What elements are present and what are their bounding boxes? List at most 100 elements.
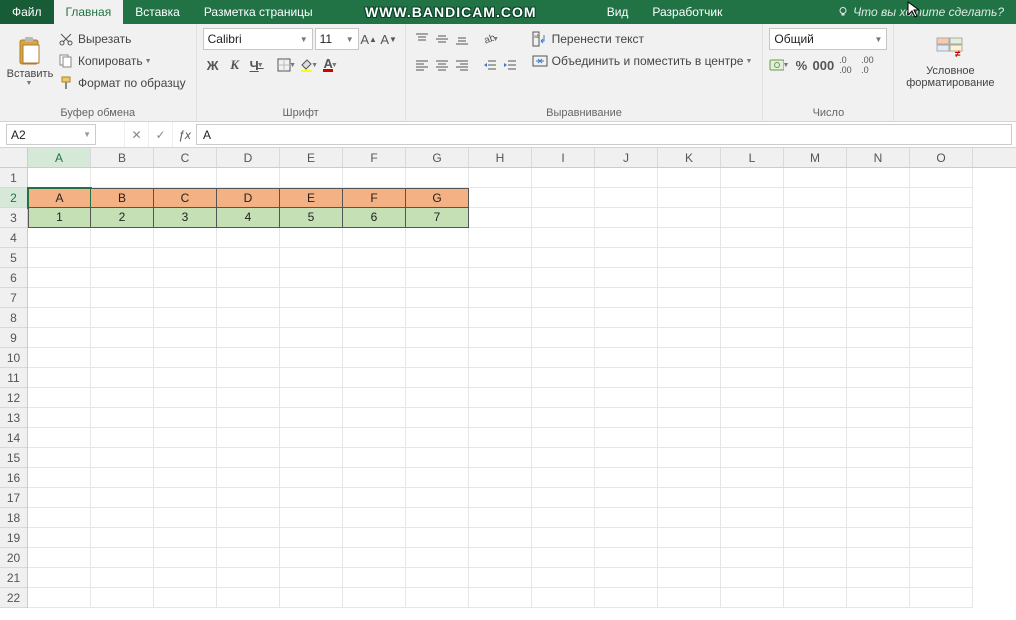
cell[interactable] — [910, 188, 973, 208]
cell[interactable] — [406, 588, 469, 608]
cell[interactable] — [343, 508, 406, 528]
cell[interactable] — [343, 308, 406, 328]
cell[interactable] — [532, 408, 595, 428]
tab-page-layout[interactable]: Разметка страницы — [192, 0, 325, 24]
decrease-decimal-button[interactable]: .00.0 — [857, 54, 877, 76]
row-header[interactable]: 2 — [0, 188, 27, 208]
currency-button[interactable]: ▼ — [769, 54, 789, 76]
cell[interactable] — [532, 588, 595, 608]
cell[interactable] — [784, 188, 847, 208]
cell[interactable] — [910, 208, 973, 228]
cell[interactable] — [406, 548, 469, 568]
cell[interactable]: G — [406, 188, 469, 208]
cell[interactable] — [721, 168, 784, 188]
cell[interactable] — [217, 548, 280, 568]
cell[interactable] — [28, 228, 91, 248]
wrap-text-button[interactable]: ab Перенести текст — [528, 28, 757, 50]
name-box[interactable]: A2▼ — [6, 124, 96, 145]
cell[interactable] — [847, 588, 910, 608]
cell[interactable] — [217, 388, 280, 408]
cell[interactable] — [847, 428, 910, 448]
cell[interactable] — [280, 328, 343, 348]
cell[interactable] — [784, 448, 847, 468]
select-all-corner[interactable] — [0, 148, 28, 168]
cell[interactable] — [595, 448, 658, 468]
cell[interactable] — [532, 428, 595, 448]
cell[interactable] — [91, 528, 154, 548]
column-header[interactable]: C — [154, 148, 217, 167]
cell[interactable] — [91, 348, 154, 368]
cell[interactable] — [532, 468, 595, 488]
cell[interactable] — [280, 348, 343, 368]
copy-button[interactable]: Копировать ▼ — [54, 50, 190, 72]
cell[interactable] — [343, 568, 406, 588]
cell[interactable] — [721, 388, 784, 408]
cell[interactable] — [154, 168, 217, 188]
cell[interactable]: 4 — [217, 208, 280, 228]
row-header[interactable]: 3 — [0, 208, 27, 228]
cell[interactable] — [469, 588, 532, 608]
cell[interactable] — [217, 588, 280, 608]
cell[interactable] — [910, 488, 973, 508]
cell[interactable] — [469, 168, 532, 188]
tab-view[interactable]: Вид — [595, 0, 641, 24]
tab-file[interactable]: Файл — [0, 0, 54, 24]
cell[interactable] — [217, 428, 280, 448]
cell[interactable] — [91, 488, 154, 508]
cell[interactable]: 3 — [154, 208, 217, 228]
cell[interactable] — [595, 468, 658, 488]
cell[interactable] — [280, 408, 343, 428]
cell[interactable] — [658, 248, 721, 268]
cell[interactable] — [532, 328, 595, 348]
cell[interactable] — [532, 208, 595, 228]
align-left-button[interactable] — [412, 54, 432, 76]
cell[interactable] — [406, 448, 469, 468]
cell[interactable] — [595, 568, 658, 588]
cell[interactable] — [847, 168, 910, 188]
cell[interactable] — [721, 488, 784, 508]
cell[interactable] — [847, 228, 910, 248]
cell[interactable] — [217, 308, 280, 328]
cell[interactable] — [658, 268, 721, 288]
cell[interactable] — [910, 388, 973, 408]
align-top-button[interactable] — [412, 28, 432, 50]
cell[interactable] — [469, 268, 532, 288]
decrease-indent-button[interactable] — [480, 54, 500, 76]
cell[interactable]: 1 — [28, 208, 91, 228]
cell[interactable] — [847, 248, 910, 268]
cell[interactable] — [406, 288, 469, 308]
cell[interactable] — [91, 508, 154, 528]
cell[interactable] — [406, 168, 469, 188]
align-bottom-button[interactable] — [452, 28, 472, 50]
column-header[interactable]: M — [784, 148, 847, 167]
cell[interactable] — [847, 568, 910, 588]
row-header[interactable]: 12 — [0, 388, 27, 408]
cell[interactable] — [343, 588, 406, 608]
cell[interactable] — [532, 528, 595, 548]
cell[interactable] — [469, 468, 532, 488]
cell[interactable] — [595, 228, 658, 248]
cell[interactable] — [532, 548, 595, 568]
cell[interactable] — [721, 348, 784, 368]
cell[interactable] — [469, 568, 532, 588]
cell[interactable] — [154, 428, 217, 448]
cell[interactable] — [658, 348, 721, 368]
cell[interactable] — [595, 548, 658, 568]
cell[interactable] — [469, 388, 532, 408]
percent-button[interactable]: % — [791, 54, 811, 76]
cell[interactable] — [532, 508, 595, 528]
cell[interactable] — [280, 508, 343, 528]
cell[interactable] — [847, 508, 910, 528]
cell[interactable] — [910, 288, 973, 308]
cell[interactable] — [280, 168, 343, 188]
cell[interactable] — [154, 528, 217, 548]
cell[interactable] — [658, 168, 721, 188]
cell[interactable] — [343, 268, 406, 288]
cell[interactable] — [343, 548, 406, 568]
cell[interactable] — [595, 388, 658, 408]
cell[interactable] — [595, 508, 658, 528]
cell[interactable] — [343, 248, 406, 268]
cell[interactable] — [721, 248, 784, 268]
cell[interactable] — [91, 408, 154, 428]
cell[interactable] — [217, 288, 280, 308]
